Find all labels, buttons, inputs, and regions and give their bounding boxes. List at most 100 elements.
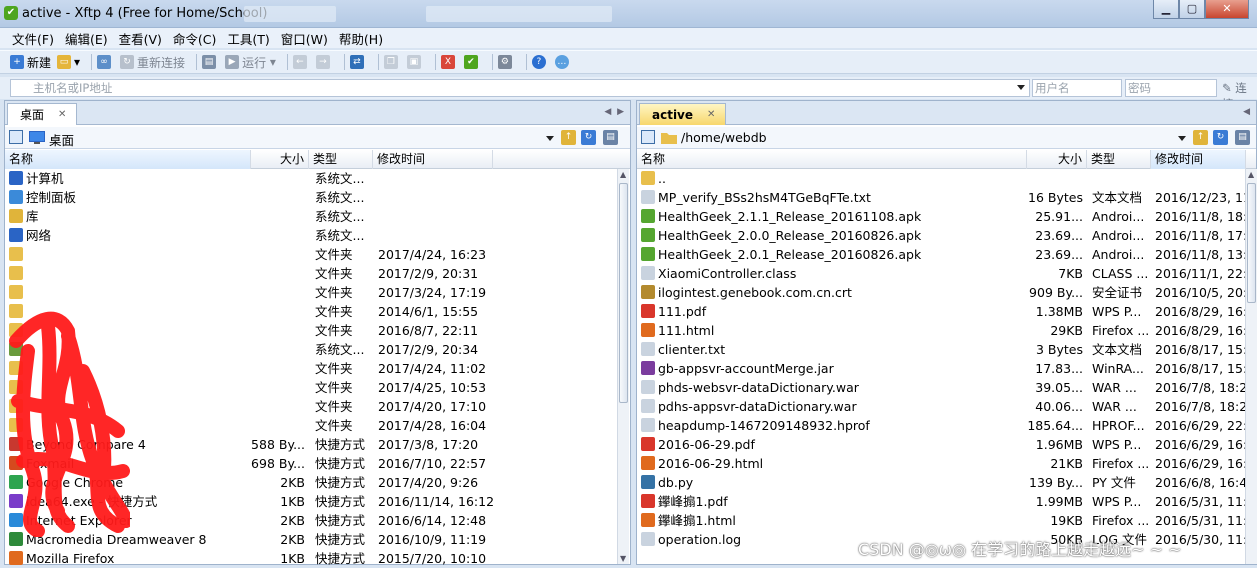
table-row[interactable]: XiaomiController.class 7KB CLASS ... 2016/1… [637, 264, 1256, 283]
tab-desktop[interactable]: 桌面 ✕ [7, 103, 78, 125]
table-row[interactable]: .. [637, 169, 1256, 188]
table-row[interactable]: phds-websvr-dataDictionary.war 39.05... WA… [637, 378, 1256, 397]
host-input[interactable]: 主机名或IP地址 [10, 79, 1030, 97]
table-row[interactable]: idea64.exe - 快捷方式 1KB 快捷方式 2016/11/14, 16:1… [5, 492, 630, 511]
copy-button[interactable]: ❐ [383, 55, 401, 69]
table-row[interactable]: Google Chrome 2KB 快捷方式 2017/4/20, 9:26 [5, 473, 630, 492]
column-name[interactable]: 名称 [5, 150, 251, 169]
table-row[interactable]: clienter.txt 3 Bytes 文本文档 2016/8/17, 15:0 [637, 340, 1256, 359]
table-row[interactable]: 111.pdf 1.38MB WPS P... 2016/8/29, 16:2 [637, 302, 1256, 321]
menu-view[interactable]: 查看(V) [119, 29, 162, 48]
parent-folder-icon[interactable]: ↑ [561, 130, 576, 145]
table-row[interactable]: pdhs-appsvr-dataDictionary.war 40.06... WA… [637, 397, 1256, 416]
refresh-icon[interactable]: ↻ [1213, 130, 1228, 145]
table-row[interactable]: Beyond Compare 4 588 By... 快捷方式 2017/3/8, 1… [5, 435, 630, 454]
table-row[interactable]: 文件夹 2016/8/7, 22:11 [5, 321, 630, 340]
scrollbar-thumb[interactable] [619, 183, 628, 403]
scroll-down-icon[interactable]: ▼ [620, 554, 626, 563]
properties-button[interactable]: ▤ [202, 55, 219, 69]
connect-button[interactable]: ∞ [97, 55, 114, 69]
close-tab-icon[interactable]: ✕ [707, 109, 715, 120]
table-row[interactable]: 计算机 系统文... [5, 169, 630, 188]
tab-scroll-arrows[interactable]: ◀ ▶ [604, 107, 624, 117]
table-row[interactable]: Mozilla Firefox 1KB 快捷方式 2015/7/20, 10:10 [5, 549, 630, 568]
table-row[interactable]: 库 系统文... [5, 207, 630, 226]
scroll-up-icon[interactable]: ▲ [620, 170, 626, 179]
remote-vertical-scrollbar[interactable]: ▲ [1245, 169, 1257, 564]
view-mode-icon[interactable]: ▤ [603, 130, 618, 145]
table-row[interactable]: 111.html 29KB Firefox ... 2016/8/29, 16:2 [637, 321, 1256, 340]
table-row[interactable]: 2016-06-29.pdf 1.96MB WPS P... 2016/6/29, 1… [637, 435, 1256, 454]
xftp-button[interactable]: ✔ [463, 55, 481, 69]
table-row[interactable]: MP_verify_BSs2hsM4TGeBqFTe.txt 16 Bytes 文本… [637, 188, 1256, 207]
table-row[interactable]: ilogintest.genebook.com.cn.crt 909 By... 安… [637, 283, 1256, 302]
run-button[interactable]: ▶ 运行 ▾ [225, 54, 276, 71]
table-row[interactable]: 文件夹 2017/3/24, 17:19 [5, 283, 630, 302]
tab-active-session[interactable]: active ✕ [639, 103, 727, 125]
view-mode-icon[interactable]: ▤ [1235, 130, 1250, 145]
column-name[interactable]: 名称 [637, 150, 1027, 169]
table-row[interactable]: Macromedia Dreamweaver 8 2KB 快捷方式 2016/10/9… [5, 530, 630, 549]
back-button[interactable]: ← [292, 55, 310, 69]
feedback-button[interactable]: … [554, 55, 572, 69]
table-row[interactable]: 文件夹 2017/4/20, 17:10 [5, 397, 630, 416]
chevron-down-icon[interactable] [1178, 136, 1186, 141]
table-row[interactable]: Foxmail 698 By... 快捷方式 2016/7/10, 22:57 [5, 454, 630, 473]
column-size[interactable]: 大小 [1027, 150, 1087, 169]
close-button[interactable]: ✕ [1205, 0, 1249, 19]
column-type[interactable]: 类型 [1087, 150, 1151, 169]
table-row[interactable]: 文件夹 2017/4/24, 11:02 [5, 359, 630, 378]
table-row[interactable]: 网络 系统文... [5, 226, 630, 245]
table-row[interactable]: 系统文... 2017/2/9, 20:34 [5, 340, 630, 359]
column-type[interactable]: 类型 [309, 150, 373, 169]
table-row[interactable]: Internet Explorer 2KB 快捷方式 2016/6/14, 12:48 [5, 511, 630, 530]
menu-file[interactable]: 文件(F) [12, 29, 54, 48]
close-tab-icon[interactable]: ✕ [58, 109, 66, 120]
table-row[interactable]: HealthGeek_2.0.1_Release_20160826.apk 23.… [637, 245, 1256, 264]
table-row[interactable]: 文件夹 2017/2/9, 20:31 [5, 264, 630, 283]
tree-view-toggle[interactable] [641, 130, 655, 144]
menu-tools[interactable]: 工具(T) [227, 29, 269, 48]
help-button[interactable]: ? [531, 55, 549, 69]
password-input[interactable]: 密码 [1125, 79, 1217, 97]
refresh-icon[interactable]: ↻ [581, 130, 596, 145]
scroll-up-icon[interactable]: ▲ [1248, 170, 1254, 179]
table-row[interactable]: 控制面板 系统文... [5, 188, 630, 207]
sync-button[interactable]: ⇄ [349, 55, 367, 69]
table-row[interactable]: HealthGeek_2.1.1_Release_20161108.apk 25.… [637, 207, 1256, 226]
paste-button[interactable]: ▣ [406, 55, 424, 69]
column-modified[interactable]: 修改时间 [373, 150, 493, 169]
column-size[interactable]: 大小 [251, 150, 309, 169]
table-row[interactable]: 2016-06-29.html 21KB Firefox ... 2016/6/29,… [637, 454, 1256, 473]
table-row[interactable]: HealthGeek_2.0.0_Release_20160826.apk 23.… [637, 226, 1256, 245]
column-modified[interactable]: 修改时间 [1151, 150, 1246, 169]
forward-button[interactable]: → [315, 55, 333, 69]
maximize-button[interactable]: ▢ [1179, 0, 1205, 19]
username-input[interactable]: 用户名 [1032, 79, 1122, 97]
menu-edit[interactable]: 编辑(E) [65, 29, 108, 48]
open-folder-button[interactable]: ▭ ▾ [57, 55, 80, 69]
chevron-down-icon[interactable] [546, 136, 554, 141]
tab-scroll-arrows[interactable]: ◀ [1243, 107, 1250, 117]
parent-folder-icon[interactable]: ↑ [1193, 130, 1208, 145]
menu-command[interactable]: 命令(C) [173, 29, 216, 48]
scrollbar-thumb[interactable] [1247, 183, 1256, 303]
menu-window[interactable]: 窗口(W) [281, 29, 328, 48]
table-row[interactable]: gb-appsvr-accountMerge.jar 17.83... WinRA.… [637, 359, 1256, 378]
tree-view-toggle[interactable] [9, 130, 23, 144]
minimize-button[interactable]: ▁ [1153, 0, 1179, 19]
options-button[interactable]: ⚙ [497, 55, 515, 69]
local-vertical-scrollbar[interactable]: ▲ ▼ [617, 169, 629, 564]
new-session-button[interactable]: + 新建 [10, 54, 51, 71]
xshell-button[interactable]: X [440, 55, 458, 69]
table-row[interactable]: 文件夹 2017/4/28, 16:04 [5, 416, 630, 435]
table-row[interactable]: db.py 139 By... PY 文件 2016/6/8, 16:44 [637, 473, 1256, 492]
table-row[interactable]: 文件夹 2017/4/25, 10:53 [5, 378, 630, 397]
table-row[interactable]: 鑻峰搧1.html 19KB Firefox ... 2016/5/31, 11:1 [637, 511, 1256, 530]
table-row[interactable]: 文件夹 2014/6/1, 15:55 [5, 302, 630, 321]
chevron-down-icon[interactable] [1017, 85, 1025, 90]
table-row[interactable]: 文件夹 2017/4/24, 16:23 [5, 245, 630, 264]
menu-help[interactable]: 帮助(H) [339, 29, 383, 48]
reconnect-button[interactable]: ↻ 重新连接 [120, 54, 185, 71]
table-row[interactable]: heapdump-1467209148932.hprof 185.64... HPR… [637, 416, 1256, 435]
